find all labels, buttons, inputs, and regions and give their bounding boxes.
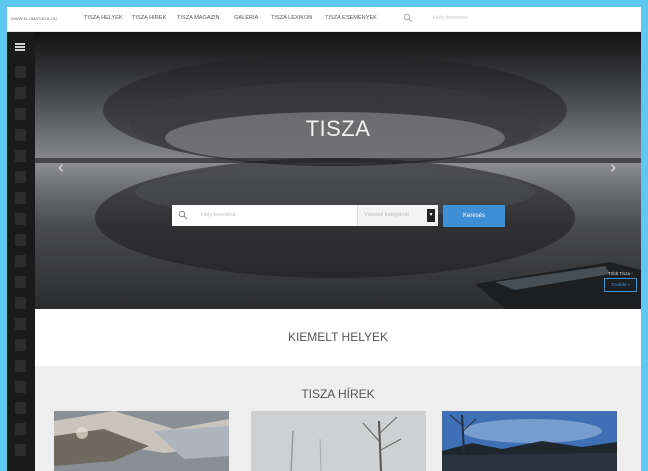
place-search-input[interactable]: Hely keresése (201, 212, 236, 218)
hero-background-image (35, 54, 641, 309)
film-strip-hole (15, 297, 26, 309)
film-strip-hole (15, 402, 26, 414)
category-select[interactable]: Válassz kategóriát ▾ (357, 205, 438, 226)
news-card-image[interactable] (442, 411, 617, 471)
menu-icon[interactable] (15, 43, 25, 51)
search-icon (178, 210, 188, 220)
film-strip-hole (15, 213, 26, 225)
chevron-down-icon: ▾ (427, 209, 435, 222)
featured-places-section: KIEMELT HELYEK (35, 309, 641, 366)
more-button[interactable]: További » (604, 278, 637, 292)
film-strip-hole (15, 234, 26, 246)
film-strip-hole (15, 87, 26, 99)
film-strip-hole (15, 381, 26, 393)
category-select-label: Válassz kategóriát (364, 212, 409, 218)
film-strip-hole (15, 255, 26, 267)
browser-viewport: WWW.ELOMATISZA.HU TISZA HELYEK TISZA HÍR… (7, 7, 641, 471)
site-logo[interactable]: WWW.ELOMATISZA.HU (11, 16, 57, 21)
nav-search-input[interactable]: Hely keresése (433, 15, 468, 21)
film-strip-hole (15, 276, 26, 288)
film-strip-hole (15, 444, 26, 456)
film-strip-hole (15, 339, 26, 351)
news-image-river-sky (442, 411, 617, 471)
film-strip-hole (15, 171, 26, 183)
news-title: TISZA HÍREK (301, 387, 375, 401)
film-strip-hole (15, 108, 26, 120)
search-icon[interactable] (403, 13, 413, 23)
film-strip-hole (15, 423, 26, 435)
film-strip-hole (15, 66, 26, 78)
news-image-ice (54, 411, 229, 471)
nav-item-tisza-lexikon[interactable]: TISZA LEXIKON (271, 15, 312, 21)
nav-item-tisza-hirek[interactable]: TISZA HÍREK (132, 15, 166, 21)
news-card-image[interactable] (251, 411, 426, 471)
news-image-foggy-trees (251, 411, 426, 471)
hero-banner: TISZA ‹ › Hely keresése Válassz kategóri… (35, 32, 641, 309)
film-strip-hole (15, 192, 26, 204)
film-strip-hole (15, 318, 26, 330)
place-search-bar: Hely keresése Válassz kategóriát ▾ (172, 205, 438, 226)
hero-title: TISZA (305, 116, 371, 141)
nav-item-galeria[interactable]: GALÉRIA (234, 15, 258, 21)
nav-item-tisza-helyek[interactable]: TISZA HELYEK (84, 15, 123, 21)
sidebar (7, 32, 35, 471)
search-button[interactable]: Keresés (443, 205, 505, 227)
featured-places-title: KIEMELT HELYEK (287, 330, 389, 344)
news-card-image[interactable] (54, 411, 229, 471)
news-section: TISZA HÍREK (35, 366, 641, 471)
film-strip-hole (15, 129, 26, 141)
more-tisza-label: Több Tisza - (608, 271, 633, 276)
carousel-prev-arrow-icon[interactable]: ‹ (58, 158, 64, 176)
film-strip-hole (15, 360, 26, 372)
nav-item-tisza-esemenyek[interactable]: TISZA ESEMÉNYEK (325, 15, 377, 21)
carousel-next-arrow-icon[interactable]: › (610, 158, 616, 176)
nav-item-tisza-magazin[interactable]: TISZA MAGAZIN (177, 15, 220, 21)
top-navigation: WWW.ELOMATISZA.HU TISZA HELYEK TISZA HÍR… (7, 7, 641, 32)
film-strip-hole (15, 150, 26, 162)
